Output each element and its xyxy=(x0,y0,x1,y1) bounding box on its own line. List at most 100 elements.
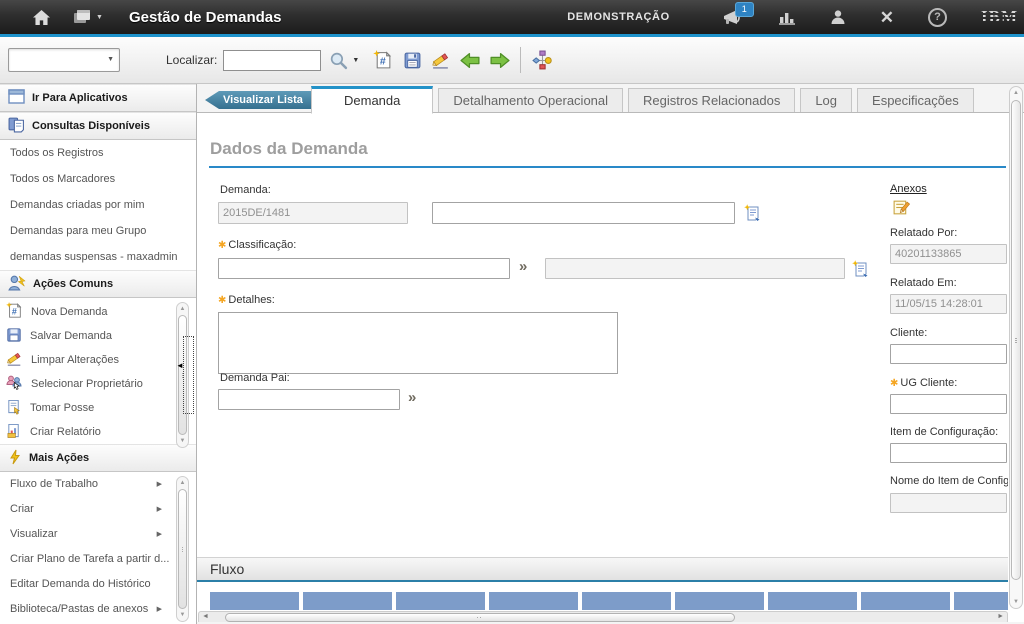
attachments-icon[interactable] xyxy=(892,198,911,222)
fluxo-step-bar[interactable] xyxy=(768,592,857,610)
demanda-description-field[interactable] xyxy=(432,202,735,224)
scroll-up-icon[interactable]: ▲ xyxy=(177,480,188,486)
new-record-icon: # xyxy=(6,302,23,322)
more-action-item[interactable]: Visualizar ▶ xyxy=(0,522,196,547)
scroll-right-icon[interactable]: ► xyxy=(997,613,1004,620)
action-item[interactable]: Salvar Demanda xyxy=(0,324,196,348)
next-record-icon[interactable] xyxy=(487,47,511,73)
more-action-item[interactable]: Fluxo de Trabalho ▶ xyxy=(0,472,196,497)
logout-close-icon[interactable]: ✕ xyxy=(880,9,894,26)
anexos-link[interactable]: Anexos xyxy=(890,183,927,195)
more-action-item[interactable]: Editar Demanda do Histórico xyxy=(0,572,196,597)
sidebar-section-more-actions[interactable]: Mais Ações xyxy=(0,444,196,472)
scroll-up-icon[interactable]: ▲ xyxy=(1010,90,1022,96)
vertical-scrollbar[interactable]: ▲ ▼ xyxy=(1009,86,1023,609)
scroll-down-icon[interactable]: ▼ xyxy=(177,612,188,618)
fluxo-step-bar[interactable] xyxy=(954,592,1008,610)
screens-menu-icon[interactable]: ▼ xyxy=(73,9,103,25)
find-label: Localizar: xyxy=(166,53,217,67)
action-item[interactable]: Selecionar Proprietário xyxy=(0,372,196,396)
long-description-icon[interactable] xyxy=(744,204,761,226)
fluxo-title: Fluxo xyxy=(210,558,244,581)
demanda-pai-label: Demanda Pai: xyxy=(220,372,290,384)
long-description-icon[interactable] xyxy=(852,260,869,282)
profile-icon[interactable] xyxy=(830,9,846,25)
ug-cliente-field[interactable] xyxy=(890,394,1007,414)
cliente-field[interactable] xyxy=(890,344,1007,364)
search-options-caret-icon[interactable]: ▼ xyxy=(352,57,359,64)
tab-especificacoes[interactable]: Especificações xyxy=(857,88,974,114)
sidebar-section-common-actions[interactable]: Ações Comuns xyxy=(0,270,196,298)
classificacao-label: ✱Classificação: xyxy=(218,239,296,251)
scroll-left-icon[interactable]: ◄ xyxy=(202,613,209,620)
scrollbar-thumb[interactable] xyxy=(178,489,187,609)
save-icon[interactable] xyxy=(400,47,424,73)
caret-down-icon: ▼ xyxy=(96,14,103,21)
more-action-item[interactable]: Criar ▶ xyxy=(0,497,196,522)
action-select-dropdown[interactable]: ▼ xyxy=(8,48,120,72)
find-input[interactable] xyxy=(223,50,321,71)
lightning-icon xyxy=(8,449,22,468)
collapse-left-icon: ◄ xyxy=(176,361,184,370)
more-actions-scrollbar[interactable]: ▲ ▼ xyxy=(176,476,189,622)
environment-label: DEMONSTRAÇÃO xyxy=(567,11,670,23)
demanda-pai-field[interactable] xyxy=(218,389,400,410)
sidebar-section-available-queries[interactable]: Consultas Disponíveis xyxy=(0,112,196,140)
fluxo-step-bar[interactable] xyxy=(303,592,392,610)
required-icon: ✱ xyxy=(890,378,898,389)
view-list-button[interactable]: Visualizar Lista xyxy=(205,91,313,109)
query-item[interactable]: Todos os Registros xyxy=(0,140,196,166)
action-item[interactable]: Tomar Posse xyxy=(0,396,196,420)
previous-record-icon[interactable] xyxy=(458,47,482,73)
scrollbar-thumb[interactable] xyxy=(225,613,735,622)
workflow-route-icon[interactable] xyxy=(530,47,554,73)
tab-detalhamento-operacional[interactable]: Detalhamento Operacional xyxy=(438,88,623,114)
submenu-arrow-icon: ▶ xyxy=(157,597,162,622)
cliente-label: Cliente: xyxy=(890,327,927,339)
scrollbar-thumb[interactable] xyxy=(1011,100,1021,580)
home-icon[interactable] xyxy=(32,9,51,26)
action-item[interactable]: Limpar Alterações xyxy=(0,348,196,372)
relatado-em-label: Relatado Em: xyxy=(890,277,957,289)
tab-demanda[interactable]: Demanda xyxy=(311,86,433,114)
fluxo-step-bar[interactable] xyxy=(582,592,671,610)
reports-chart-icon[interactable] xyxy=(778,10,796,25)
detail-menu-icon[interactable]: » xyxy=(408,389,416,406)
query-item[interactable]: Demandas criadas por mim xyxy=(0,192,196,218)
horizontal-scrollbar[interactable]: ◄ ► xyxy=(198,611,1008,622)
take-ownership-icon xyxy=(6,399,22,418)
fluxo-step-bar[interactable] xyxy=(861,592,950,610)
fluxo-step-bar[interactable] xyxy=(675,592,764,610)
detail-menu-icon[interactable]: » xyxy=(519,258,527,275)
search-icon[interactable] xyxy=(326,47,350,73)
item-configuracao-field[interactable] xyxy=(890,443,1007,463)
ibm-logo: IBM xyxy=(981,7,1018,27)
tab-registros-relacionados[interactable]: Registros Relacionados xyxy=(628,88,795,114)
more-action-item[interactable]: Criar Plano de Tarefa a partir d... xyxy=(0,547,196,572)
sidebar-collapse-handle[interactable]: ◄ xyxy=(183,336,194,414)
more-action-item[interactable]: Biblioteca/Pastas de anexos ▶ xyxy=(0,597,196,622)
classificacao-field[interactable] xyxy=(218,258,510,279)
action-item[interactable]: Criar Relatório xyxy=(0,420,196,444)
scroll-up-icon[interactable]: ▲ xyxy=(177,306,188,312)
sidebar-section-go-to-applications[interactable]: Ir Para Aplicativos xyxy=(0,84,196,112)
detalhes-textarea[interactable] xyxy=(218,312,618,374)
fluxo-step-bar[interactable] xyxy=(210,592,299,610)
query-item[interactable]: Todos os Marcadores xyxy=(0,166,196,192)
fluxo-step-bar[interactable] xyxy=(396,592,485,610)
fluxo-section-header: Fluxo xyxy=(197,557,1008,582)
clear-changes-icon[interactable] xyxy=(429,47,453,73)
announcements-icon[interactable]: 1 xyxy=(722,9,744,26)
query-item[interactable]: demandas suspensas - maxadmin xyxy=(0,244,196,270)
fluxo-steps xyxy=(210,592,1008,610)
query-item[interactable]: Demandas para meu Grupo xyxy=(0,218,196,244)
scroll-down-icon[interactable]: ▼ xyxy=(177,438,188,444)
help-icon[interactable]: ? xyxy=(928,8,947,27)
action-item[interactable]: # Nova Demanda xyxy=(0,300,196,324)
queries-icon xyxy=(8,116,25,136)
fluxo-step-bar[interactable] xyxy=(489,592,578,610)
tab-log[interactable]: Log xyxy=(800,88,852,114)
new-record-icon[interactable]: # xyxy=(371,47,395,73)
relatado-por-field xyxy=(890,244,1007,264)
scroll-down-icon[interactable]: ▼ xyxy=(1010,599,1022,605)
